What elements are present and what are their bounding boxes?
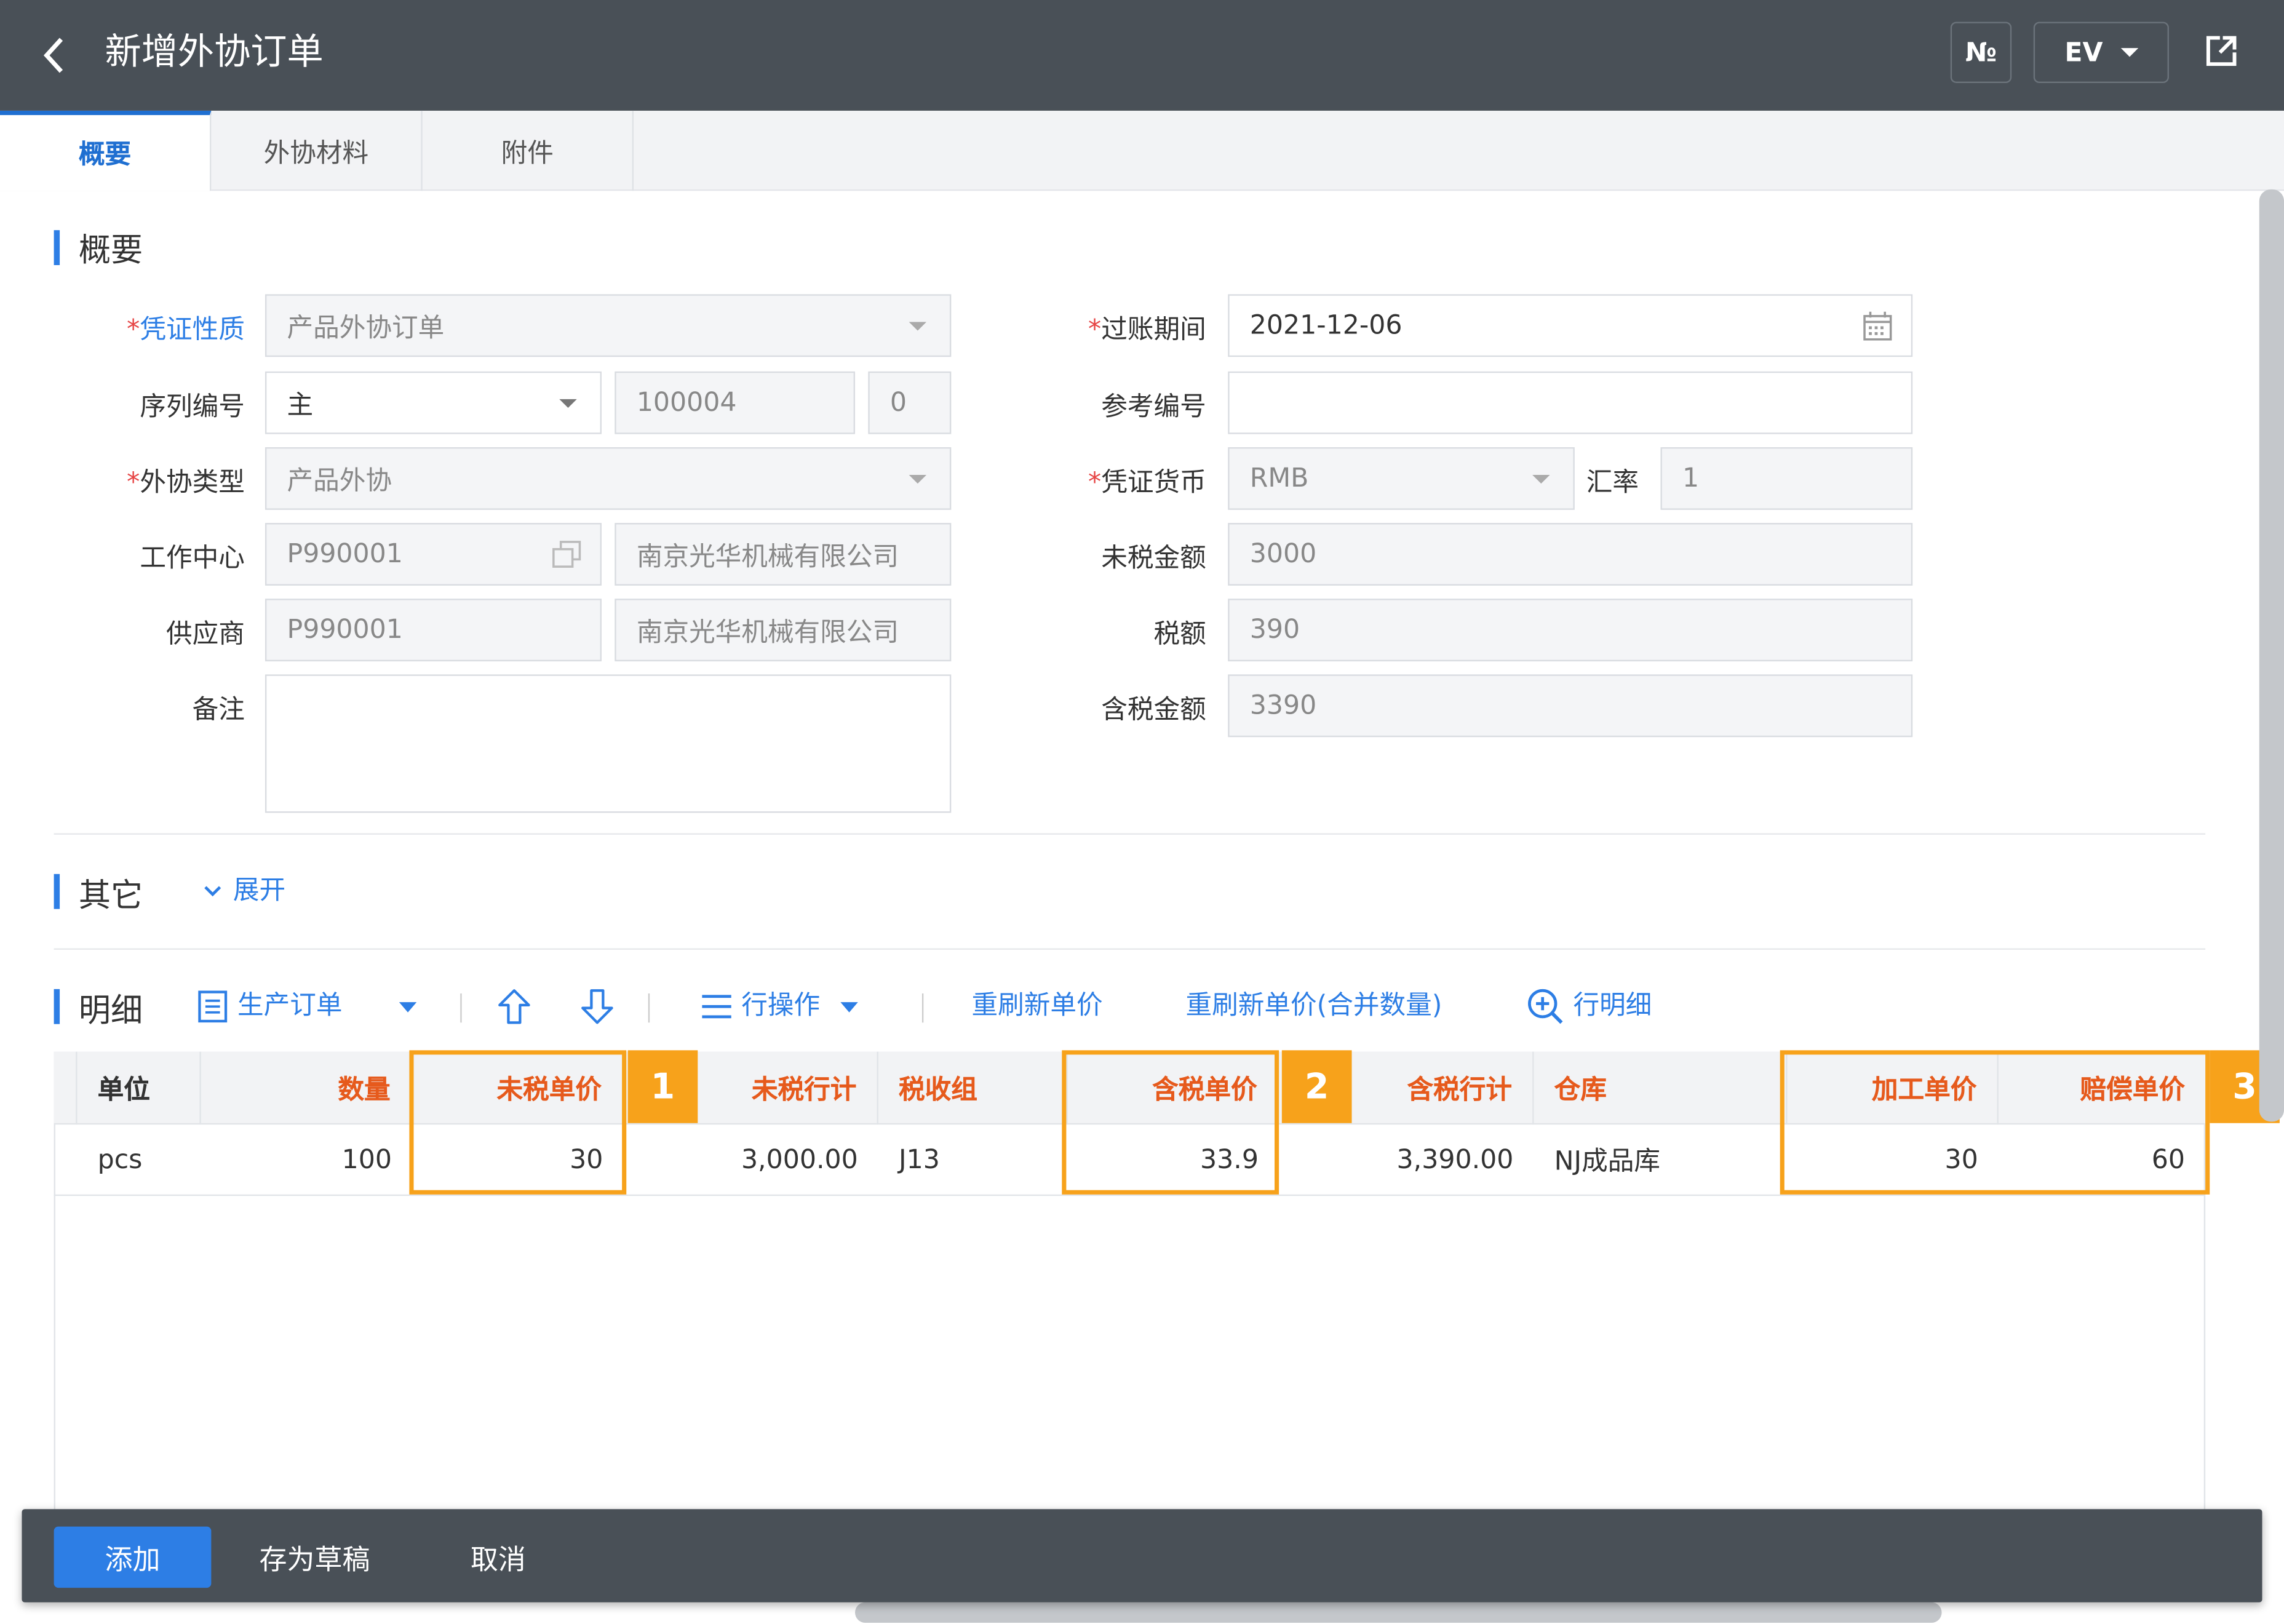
caret-down-icon[interactable] — [399, 1002, 417, 1013]
tab-outsource-materials[interactable]: 外协材料 — [211, 110, 423, 191]
tax-label: 税额 — [1153, 619, 1206, 650]
add-button[interactable]: 添加 — [54, 1526, 212, 1588]
column-header-qty[interactable]: 数量 — [201, 1051, 413, 1125]
serial-select[interactable]: 主 — [265, 371, 602, 434]
share-external-icon[interactable] — [2202, 32, 2240, 76]
work-center-name-field: 南京光华机械有限公司 — [615, 523, 952, 586]
production-order-label: 生产订单 — [237, 990, 343, 1021]
net-amount-field: 3000 — [1228, 523, 1913, 586]
toolbar-separator — [460, 993, 462, 1023]
divider — [54, 833, 2206, 835]
row-divider — [54, 1194, 2206, 1196]
voucher-type-select[interactable]: 产品外协订单 — [265, 294, 952, 357]
production-order-button[interactable]: 生产订单 — [197, 988, 343, 1026]
column-header-tax-group[interactable]: 税收组 — [878, 1051, 1068, 1125]
work-center-code-field[interactable]: P990001 — [265, 523, 602, 586]
posting-period-datepicker[interactable]: 2021-12-06 — [1228, 294, 1913, 357]
remark-label: 备注 — [192, 695, 245, 726]
toolbar-separator — [921, 993, 924, 1023]
ev-label: EV — [2064, 37, 2103, 68]
row-operations-button[interactable]: 行操作 — [701, 988, 858, 1026]
horizontal-scrollbar[interactable] — [855, 1602, 1942, 1623]
work-center-label: 工作中心 — [140, 543, 245, 574]
calendar-icon[interactable] — [1861, 310, 1893, 349]
list-document-icon — [198, 990, 228, 1023]
row-detail-label: 行明细 — [1573, 990, 1652, 1021]
callout-badge: 1 — [627, 1050, 698, 1123]
menu-lines-icon — [702, 995, 731, 1019]
highlight-box — [409, 1050, 627, 1195]
cancel-button[interactable]: 取消 — [437, 1527, 559, 1588]
save-draft-button[interactable]: 存为草稿 — [242, 1527, 388, 1588]
cell-gross-total[interactable]: 3,390.00 — [1279, 1124, 1534, 1195]
chevron-down-icon — [204, 886, 221, 897]
outsource-type-select[interactable]: 产品外协 — [265, 447, 952, 510]
gross-amount-label: 含税金额 — [1101, 695, 1206, 726]
cell-unit[interactable]: pcs — [78, 1124, 201, 1195]
section-marker — [54, 230, 60, 265]
reference-label: 参考编号 — [1101, 391, 1206, 423]
caret-down-icon — [840, 1001, 858, 1012]
voucher-type-label: *凭证性质 — [127, 314, 245, 346]
reference-input[interactable] — [1228, 371, 1913, 434]
zoom-in-icon — [1528, 989, 1563, 1024]
serial-label: 序列编号 — [140, 391, 245, 423]
supplier-label: 供应商 — [165, 619, 245, 650]
page-title: 新增外协订单 — [105, 30, 324, 73]
title-bar — [0, 0, 2284, 111]
supplier-name-field: 南京光华机械有限公司 — [615, 599, 952, 662]
currency-select[interactable]: RMB — [1228, 447, 1575, 510]
supplier-code-field[interactable]: P990001 — [265, 599, 602, 662]
ev-dropdown-button[interactable]: EV — [2033, 22, 2169, 83]
posting-period-label: *过账期间 — [1088, 314, 1206, 346]
vertical-scrollbar[interactable] — [2259, 189, 2284, 1122]
outsource-type-label: *外协类型 — [127, 468, 245, 498]
callout-badge: 2 — [1281, 1050, 1352, 1123]
row-header-gutter — [54, 1051, 78, 1125]
tab-attachments[interactable]: 附件 — [423, 110, 634, 191]
app-window: 新增外协订单 № EV 概要 外协材料 附件 概要 *凭证性质 产品外协订单 序… — [0, 0, 2284, 1623]
row-detail-button[interactable]: 行明细 — [1527, 988, 1652, 1026]
expand-label: 展开 — [233, 875, 286, 906]
section-title-detail: 明细 — [78, 993, 143, 1030]
tab-overview[interactable]: 概要 — [0, 110, 212, 191]
serial-number-field[interactable]: 100004 — [615, 371, 856, 434]
cell-qty[interactable]: 100 — [201, 1124, 412, 1195]
currency-label: *凭证货币 — [1088, 468, 1206, 498]
refresh-price-button[interactable]: 重刷新单价 — [971, 988, 1102, 1026]
column-header-unit[interactable]: 单位 — [78, 1051, 201, 1125]
number-button[interactable]: № — [1950, 22, 2012, 83]
net-amount-label: 未税金额 — [1101, 543, 1206, 574]
tax-field: 390 — [1228, 599, 1913, 662]
copy-icon[interactable] — [551, 541, 583, 577]
highlight-box — [1062, 1050, 1279, 1195]
exchange-rate-label: 汇率 — [1586, 468, 1639, 498]
highlight-box — [1780, 1050, 2210, 1195]
row-operations-label: 行操作 — [741, 990, 821, 1021]
cell-net-total[interactable]: 3,000.00 — [624, 1124, 878, 1195]
remark-textarea[interactable] — [265, 674, 952, 813]
expand-toggle[interactable]: 展开 — [201, 872, 285, 910]
exchange-rate-field[interactable]: 1 — [1660, 447, 1913, 510]
cell-tax-group[interactable]: J13 — [878, 1124, 1068, 1195]
move-down-icon[interactable] — [579, 988, 615, 1032]
section-marker — [54, 874, 60, 909]
section-marker — [54, 989, 60, 1024]
toolbar-separator — [648, 993, 650, 1023]
move-up-icon[interactable] — [496, 988, 531, 1032]
section-title-overview: 概要 — [78, 233, 143, 270]
cell-warehouse[interactable]: NJ成品库 — [1534, 1124, 1788, 1195]
caret-down-icon — [2120, 48, 2138, 57]
column-header-warehouse[interactable]: 仓库 — [1534, 1051, 1788, 1125]
refresh-price-merge-button[interactable]: 重刷新单价(合并数量) — [1186, 988, 1442, 1026]
divider — [54, 948, 2206, 950]
section-title-other: 其它 — [78, 878, 143, 915]
gross-amount-field: 3390 — [1228, 674, 1913, 738]
serial-suffix-field[interactable]: 0 — [868, 371, 952, 434]
back-icon[interactable] — [38, 32, 70, 89]
